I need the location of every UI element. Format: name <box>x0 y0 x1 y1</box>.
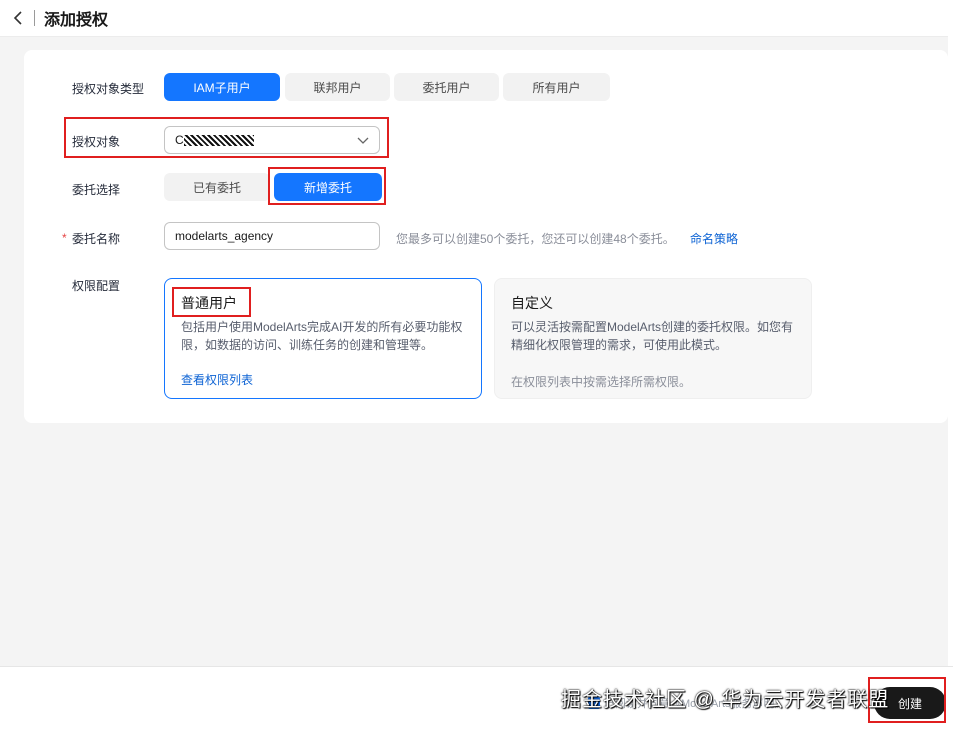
masked-username <box>183 134 254 146</box>
target-type-option-iam[interactable]: IAM子用户 <box>164 73 280 101</box>
view-permission-list-link[interactable]: 查看权限列表 <box>181 371 465 388</box>
chevron-down-icon <box>357 134 369 149</box>
page-title: 添加授权 <box>44 12 109 29</box>
form-card: 授权对象类型 IAM子用户 联邦用户 委托用户 所有用户 授权对象 C 委托选择… <box>24 50 948 423</box>
agency-name-label-text: 委托名称 <box>72 232 121 246</box>
permission-card-custom-desc: 可以灵活按需配置ModelArts创建的委托权限。如您有精细化权限管理的需求，可… <box>511 320 794 352</box>
agency-quota-hint: 您最多可以创建50个委托，您还可以创建48个委托。 <box>396 232 675 246</box>
right-edge <box>948 0 953 730</box>
target-type-option-agency[interactable]: 委托用户 <box>394 73 499 101</box>
permission-card-standard[interactable]: 普通用户 包括用户使用ModelArts完成AI开发的所有必要功能权限，如数据的… <box>164 278 482 399</box>
agency-option-new[interactable]: 新增委托 <box>274 173 382 201</box>
target-type-label: 授权对象类型 <box>72 82 145 96</box>
permission-card-custom-title: 自定义 <box>511 295 553 311</box>
target-type-option-all[interactable]: 所有用户 <box>503 73 610 101</box>
target-value-prefix: C <box>175 133 184 147</box>
agency-name-input[interactable] <box>164 222 380 250</box>
required-mark: * <box>62 231 67 245</box>
target-label: 授权对象 <box>72 135 121 149</box>
permission-card-custom[interactable]: 自定义 可以灵活按需配置ModelArts创建的委托权限。如您有精细化权限管理的… <box>494 278 812 399</box>
agency-name-label: * 委托名称 <box>62 230 121 247</box>
header-divider <box>34 10 35 26</box>
back-arrow-icon[interactable] <box>4 3 34 33</box>
agency-choice-label: 委托选择 <box>72 183 121 197</box>
watermark-text: 掘金技术社区 @ 华为云开发者联盟 <box>561 689 890 711</box>
target-type-option-federated[interactable]: 联邦用户 <box>285 73 390 101</box>
page-header: 添加授权 <box>0 0 948 37</box>
permission-card-custom-note: 在权限列表中按需选择所需权限。 <box>511 375 692 389</box>
agency-option-existing[interactable]: 已有委托 <box>164 173 270 201</box>
target-select[interactable]: C <box>164 126 380 154</box>
permission-label: 权限配置 <box>72 279 121 293</box>
permission-card-standard-title: 普通用户 <box>181 295 237 311</box>
naming-policy-link[interactable]: 命名策略 <box>690 230 738 247</box>
permission-card-standard-desc: 包括用户使用ModelArts完成AI开发的所有必要功能权限，如数据的访问、训练… <box>181 320 463 352</box>
